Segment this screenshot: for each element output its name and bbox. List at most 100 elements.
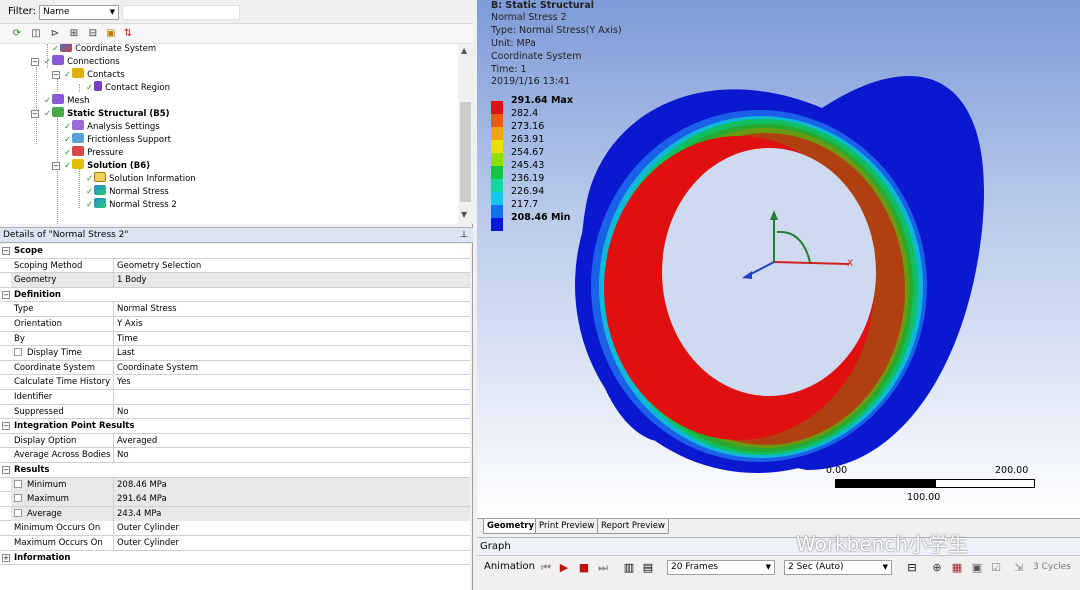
filter-label: Filter: (8, 6, 36, 17)
details-section-information[interactable]: + Information (0, 550, 470, 566)
property-value[interactable]: Normal Stress (114, 302, 470, 316)
result-sets-icon[interactable]: ▤ (641, 561, 655, 575)
collapse-toggle[interactable]: − (52, 162, 60, 170)
chevron-down-icon: ▼ (765, 563, 771, 571)
property-name: Average Across Bodies (14, 450, 111, 461)
property-value[interactable]: Outer Cylinder (114, 536, 470, 550)
details-row[interactable]: Calculate Time History Yes (0, 375, 470, 390)
details-row[interactable]: Suppressed No (0, 404, 470, 420)
tree-item-normal-stress[interactable]: ✓ Normal Stress (86, 185, 169, 198)
result-icon (94, 185, 107, 195)
details-row[interactable]: Maximum 291.64 MPa (0, 492, 470, 507)
play-icon[interactable]: ▶ (557, 561, 571, 575)
parameter-checkbox[interactable] (14, 479, 22, 488)
collapse-toggle[interactable]: − (31, 110, 39, 118)
scroll-up-icon[interactable]: ▲ (461, 46, 467, 55)
pin-icon[interactable]: ⊥ (460, 228, 468, 242)
property-value[interactable]: No (114, 405, 470, 419)
chart-icon[interactable]: ▦ (950, 561, 964, 575)
tree-item-coordinate-system[interactable]: ✓ Coordinate System (52, 44, 156, 55)
property-value[interactable] (114, 390, 470, 404)
contact-region-icon (94, 81, 103, 91)
details-row[interactable]: Minimum 208.46 MPa (0, 477, 470, 493)
scale-bar: 0.00 200.00 100.00 (826, 465, 1035, 503)
property-value[interactable]: 291.64 MPa (114, 492, 470, 507)
graphics-viewport[interactable]: B: Static Structural Normal Stress 2 Typ… (477, 0, 1080, 518)
tree-item-analysis-settings[interactable]: ✓ Analysis Settings (64, 120, 160, 133)
property-value[interactable]: Time (114, 332, 470, 346)
details-row[interactable]: Average Across Bodies No (0, 448, 470, 463)
details-row[interactable]: Geometry 1 Body (0, 273, 470, 288)
checkbox-icon[interactable]: ☑ (989, 561, 1003, 575)
tree-scrollbar[interactable]: ▲ ▼ (458, 44, 473, 224)
scroll-down-icon[interactable]: ▼ (461, 210, 467, 219)
property-value[interactable]: Outer Cylinder (114, 521, 470, 535)
zoom-icon[interactable]: ⊕ (930, 561, 944, 575)
property-value[interactable]: 243.4 MPa (114, 506, 470, 521)
details-row[interactable]: Display Time Last (0, 346, 470, 361)
next-frame-icon[interactable]: ⏭ (596, 561, 610, 575)
tree-item-contact-region[interactable]: ✓ Contact Region (86, 81, 170, 94)
tree-item-normal-stress-2[interactable]: ✓ Normal Stress 2 (86, 198, 177, 211)
details-row[interactable]: Scoping Method Geometry Selection (0, 258, 470, 274)
tree-item-mesh[interactable]: ✓ Mesh (44, 94, 90, 107)
property-value[interactable]: 208.46 MPa (114, 477, 470, 492)
tree-item-solution-information[interactable]: ✓ Solution Information (86, 172, 196, 185)
tree-item-static-structural[interactable]: ✓ Static Structural (B5) (44, 107, 170, 120)
property-value[interactable]: Last (114, 346, 470, 360)
details-row[interactable]: Average 243.4 MPa (0, 506, 470, 522)
property-value[interactable]: Yes (114, 375, 470, 389)
tree-filter-icon[interactable]: ⊳ (48, 27, 62, 41)
property-value[interactable]: Coordinate System (114, 361, 470, 375)
parameter-checkbox[interactable] (14, 348, 22, 357)
expand-all-icon[interactable]: ⊞ (67, 27, 81, 41)
folder-icon[interactable]: ▣ (104, 27, 118, 41)
details-section-integration-point-results[interactable]: − Integration Point Results (0, 419, 470, 434)
sort-icon[interactable]: ⇅ (121, 27, 135, 41)
tab-geometry[interactable]: Geometry (483, 519, 538, 534)
export-icon[interactable]: ▣ (970, 561, 984, 575)
property-value[interactable]: Geometry Selection (114, 259, 470, 273)
collapse-all-icon[interactable]: ⊟ (86, 27, 100, 41)
distributed-icon[interactable]: ▥ (622, 561, 636, 575)
details-section-results[interactable]: − Results (0, 463, 470, 478)
property-value[interactable]: Y Axis (114, 317, 470, 331)
filter-input[interactable] (122, 5, 240, 20)
details-row[interactable]: Orientation Y Axis (0, 317, 470, 332)
details-row[interactable]: By Time (0, 331, 470, 347)
details-row[interactable]: Maximum Occurs On Outer Cylinder (0, 536, 470, 551)
collapse-toggle[interactable]: − (52, 71, 60, 79)
details-row[interactable]: Type Normal Stress (0, 302, 470, 317)
details-section-definition[interactable]: − Definition (0, 287, 470, 303)
details-row[interactable]: Coordinate System Coordinate System (0, 360, 470, 376)
parameter-checkbox[interactable] (14, 494, 22, 503)
tree-item-frictionless-support[interactable]: ✓ Frictionless Support (64, 133, 171, 146)
tab-report-preview[interactable]: Report Preview (597, 519, 669, 534)
frames-select[interactable]: 20 Frames ▼ (667, 560, 775, 575)
tree-item-contacts[interactable]: ✓ Contacts (64, 68, 125, 81)
collapse-toggle[interactable]: − (31, 58, 39, 66)
details-row[interactable]: Identifier (0, 390, 470, 405)
details-row[interactable]: Display Option Averaged (0, 433, 470, 449)
update-icon[interactable]: ⊟ (905, 561, 919, 575)
stop-icon[interactable]: ■ (577, 561, 591, 575)
support-icon (72, 133, 85, 143)
property-value[interactable]: No (114, 448, 470, 462)
tree-item-pressure[interactable]: ✓ Pressure (64, 146, 123, 159)
details-row[interactable]: Minimum Occurs On Outer Cylinder (0, 521, 470, 536)
prev-frame-icon[interactable]: ⏮ (539, 561, 553, 575)
duration-select[interactable]: 2 Sec (Auto) ▼ (784, 560, 892, 575)
property-value[interactable]: Averaged (114, 434, 470, 448)
tab-print-preview[interactable]: Print Preview (535, 519, 599, 534)
collapse-icon[interactable]: ◫ (29, 27, 43, 41)
cycles-icon[interactable]: ⇲ (1012, 561, 1026, 575)
tree-item-connections[interactable]: ✓ Connections (44, 55, 120, 68)
parameter-checkbox[interactable] (14, 508, 22, 517)
filter-select[interactable]: Name ▼ (39, 5, 119, 20)
refresh-icon[interactable]: ⟳ (10, 27, 24, 41)
property-value[interactable]: 1 Body (114, 273, 470, 288)
property-key-cell: Maximum (11, 492, 114, 507)
scroll-thumb[interactable] (460, 102, 471, 202)
tree-item-solution[interactable]: ✓ Solution (B6) (64, 159, 150, 172)
details-section-scope[interactable]: − Scope (0, 244, 470, 259)
